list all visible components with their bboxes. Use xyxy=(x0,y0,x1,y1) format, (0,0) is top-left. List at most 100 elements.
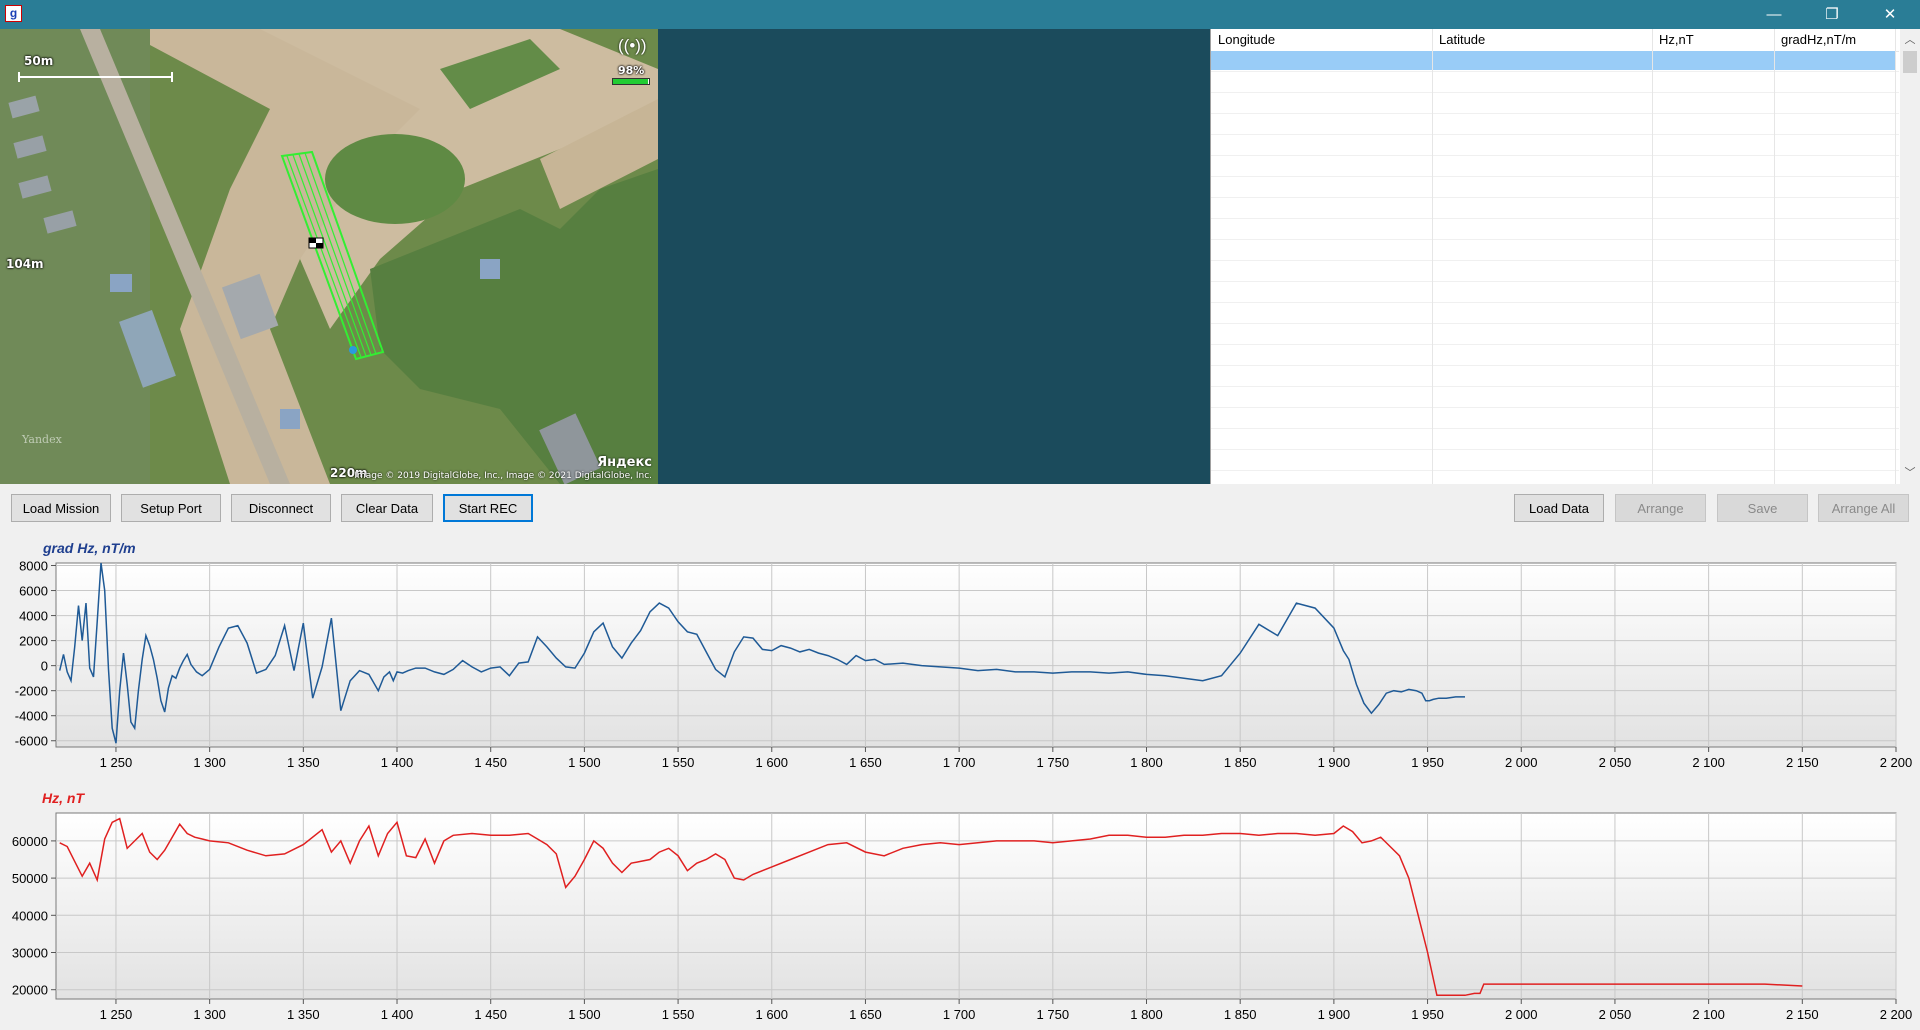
hz-chart[interactable]: 60000 50000 40000 30000 20000 1 250 1 300 1 350… xyxy=(0,805,1920,1030)
grad-chart-xtick-label: 1 350 xyxy=(287,755,320,770)
grad-chart-ytick-label: 0 xyxy=(41,659,48,674)
hz-chart-ytick-label: 60000 xyxy=(12,834,48,849)
grad-chart-ytick-label: -4000 xyxy=(15,709,48,724)
grid-row-line xyxy=(1211,218,1899,219)
selected-row[interactable] xyxy=(1211,51,1895,70)
hz-chart-xtick-label: 1 550 xyxy=(662,1007,695,1022)
grad-chart-xtick-label: 1 300 xyxy=(193,755,226,770)
signal-icon: ((•)) xyxy=(618,36,647,55)
column-divider xyxy=(1895,29,1896,484)
grad-chart-xtick-label: 2 000 xyxy=(1505,755,1538,770)
scroll-thumb[interactable] xyxy=(1903,51,1917,73)
grad-chart-xtick-label: 1 400 xyxy=(381,755,414,770)
yandex-watermark: Yandex xyxy=(22,433,62,446)
grad-chart-xtick-label: 1 900 xyxy=(1318,755,1351,770)
hz-chart-xtick-label: 2 150 xyxy=(1786,1007,1819,1022)
disconnect-button[interactable]: Disconnect xyxy=(231,494,331,522)
hz-chart-xtick-label: 1 900 xyxy=(1318,1007,1351,1022)
grad-chart-xtick-label: 1 850 xyxy=(1224,755,1257,770)
column-header-gradhz[interactable]: gradHz,nT/m xyxy=(1781,32,1856,47)
arrange-button[interactable]: Arrange xyxy=(1615,494,1706,522)
hz-chart-xtick-label: 1 350 xyxy=(287,1007,320,1022)
grid-row-line xyxy=(1211,92,1899,93)
hz-chart-xtick-label: 1 950 xyxy=(1411,1007,1444,1022)
hz-chart-ytick-label: 30000 xyxy=(12,946,48,961)
map-imagery xyxy=(0,29,658,484)
hz-chart-xtick-label: 1 250 xyxy=(100,1007,133,1022)
grid-row-line xyxy=(1211,155,1899,156)
grad-chart-ytick-label: 4000 xyxy=(19,609,48,624)
grad-chart-xtick-label: 2 200 xyxy=(1880,755,1913,770)
grad-chart-xtick-label: 1 650 xyxy=(849,755,882,770)
hz-chart-xtick-label: 2 000 xyxy=(1505,1007,1538,1022)
hz-chart-xtick-label: 1 850 xyxy=(1224,1007,1257,1022)
map-copyright: Image © 2019 DigitalGlobe, Inc., Image ©… xyxy=(354,471,652,481)
satellite-map[interactable]: 50m 104m 220m ((•)) 98% Yandex Яндекс Im… xyxy=(0,29,658,484)
grad-chart-xtick-label: 1 600 xyxy=(755,755,788,770)
scroll-down-icon[interactable]: ﹀ xyxy=(1900,464,1920,482)
grid-row-line xyxy=(1211,281,1899,282)
hz-chart-xtick-label: 1 600 xyxy=(755,1007,788,1022)
column-header-latitude[interactable]: Latitude xyxy=(1439,32,1485,47)
load-mission-button[interactable]: Load Mission xyxy=(11,494,111,522)
grad-chart-ytick-label: 2000 xyxy=(19,634,48,649)
hz-chart-xtick-label: 1 700 xyxy=(943,1007,976,1022)
arrange-all-button[interactable]: Arrange All xyxy=(1818,494,1909,522)
grad-chart-xtick-label: 1 800 xyxy=(1130,755,1163,770)
column-header-longitude[interactable]: Longitude xyxy=(1218,32,1275,47)
scroll-up-icon[interactable]: ︿ xyxy=(1900,31,1920,49)
grid-row-line xyxy=(1211,386,1899,387)
hz-chart-xtick-label: 1 650 xyxy=(849,1007,882,1022)
empty-panel xyxy=(658,29,1210,484)
grid-row-line xyxy=(1211,302,1899,303)
grid-row-line xyxy=(1211,407,1899,408)
grad-chart-xtick-label: 2 150 xyxy=(1786,755,1819,770)
load-data-button[interactable]: Load Data xyxy=(1514,494,1604,522)
grad-chart-xtick-label: 2 050 xyxy=(1599,755,1632,770)
save-button[interactable]: Save xyxy=(1717,494,1808,522)
minimize-button[interactable]: — xyxy=(1745,0,1803,29)
hz-chart-xtick-label: 2 100 xyxy=(1692,1007,1725,1022)
column-divider xyxy=(1652,29,1653,484)
restore-button[interactable]: ❐ xyxy=(1803,0,1861,29)
hz-chart-xtick-label: 1 800 xyxy=(1130,1007,1163,1022)
close-button[interactable]: ✕ xyxy=(1861,0,1919,29)
grid-row-line xyxy=(1211,134,1899,135)
signal-percent: 98% xyxy=(618,64,645,77)
hz-chart-ytick-label: 20000 xyxy=(12,983,48,998)
grid-row-line xyxy=(1211,365,1899,366)
grad-chart-xtick-label: 1 250 xyxy=(100,755,133,770)
grad-chart-xtick-label: 1 550 xyxy=(662,755,695,770)
hz-chart-xtick-label: 1 500 xyxy=(568,1007,601,1022)
grad-chart-ytick-label: 6000 xyxy=(19,584,48,599)
hz-chart-ytick-label: 40000 xyxy=(12,908,48,923)
grad-chart-ytick-label: -6000 xyxy=(15,734,48,749)
grad-chart-ytick-label: -2000 xyxy=(15,684,48,699)
grid-row-line xyxy=(1211,449,1899,450)
start-rec-button[interactable]: Start REC xyxy=(443,494,533,522)
column-divider xyxy=(1774,29,1775,484)
scale-label-top: 50m xyxy=(24,54,54,68)
app-icon: g xyxy=(5,5,22,22)
column-divider xyxy=(1432,29,1433,484)
grad-chart-xtick-label: 2 100 xyxy=(1692,755,1725,770)
hz-chart-title: Hz, nT xyxy=(42,790,84,806)
yandex-logo: Яндекс xyxy=(597,455,652,470)
hz-chart-xtick-label: 1 750 xyxy=(1037,1007,1070,1022)
column-header-hz[interactable]: Hz,nT xyxy=(1659,32,1694,47)
data-grid[interactable]: Longitude Latitude Hz,nT gradHz,nT/m ︿ ﹀ xyxy=(1210,29,1920,484)
grid-row-line xyxy=(1211,239,1899,240)
hz-chart-xtick-label: 2 200 xyxy=(1880,1007,1913,1022)
grid-row-line xyxy=(1211,260,1899,261)
grid-scrollbar[interactable]: ︿ ﹀ xyxy=(1900,29,1920,484)
signal-level-bar xyxy=(612,78,650,85)
hz-chart-xtick-label: 1 300 xyxy=(193,1007,226,1022)
signal-level-fill xyxy=(613,79,649,84)
setup-port-button[interactable]: Setup Port xyxy=(121,494,221,522)
grid-row-line xyxy=(1211,71,1899,72)
title-bar: g — ❐ ✕ xyxy=(0,0,1920,29)
grad-hz-chart[interactable]: 8000 6000 4000 2000 0 -2000 -4000 -6000 1 250 1 3… xyxy=(0,555,1920,775)
grad-chart-title: grad Hz, nT/m xyxy=(43,540,136,556)
clear-data-button[interactable]: Clear Data xyxy=(341,494,433,522)
hz-chart-xtick-label: 2 050 xyxy=(1599,1007,1632,1022)
